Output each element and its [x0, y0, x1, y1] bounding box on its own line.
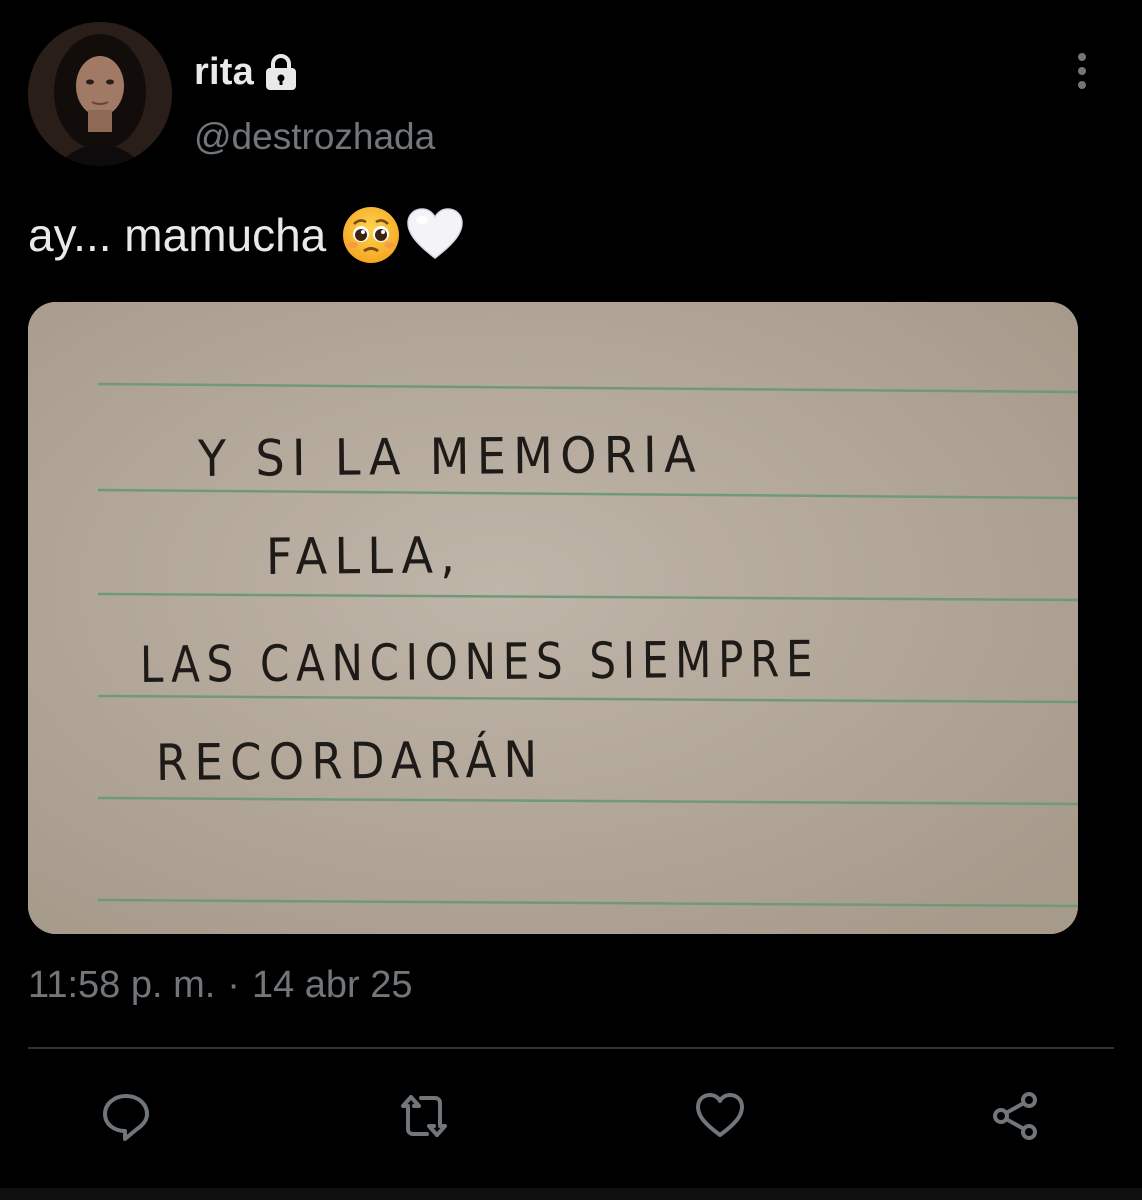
- share-icon: [993, 1092, 1037, 1140]
- tweet-text: ay... mamucha: [28, 209, 327, 261]
- share-button[interactable]: [986, 1086, 1046, 1146]
- more-dot: [1078, 81, 1086, 89]
- like-icon: [696, 1093, 744, 1137]
- author-handle[interactable]: @destrozhada: [194, 116, 435, 158]
- tweet-emojis: [340, 204, 466, 266]
- white-heart-emoji: [407, 208, 464, 259]
- author-name-row: rita: [194, 44, 298, 100]
- timestamp-separator: ·: [227, 964, 240, 1006]
- more-vertical-icon: [1078, 53, 1086, 61]
- author-display-name[interactable]: rita: [194, 51, 254, 94]
- note-line-2: FALLA,: [265, 526, 463, 586]
- tweet-timestamp[interactable]: 11:58 p. m. · 14 abr 25: [28, 964, 413, 1007]
- reply-button[interactable]: [96, 1086, 156, 1146]
- avatar-photo: [28, 22, 172, 166]
- retweet-icon: [401, 1095, 447, 1137]
- ruled-paper: [28, 302, 1078, 934]
- note-line-1: Y SI LA MEMORIA: [197, 425, 704, 488]
- tweet-time: 11:58 p. m.: [28, 964, 216, 1006]
- retweet-button[interactable]: [394, 1086, 454, 1146]
- divider: [28, 1047, 1114, 1049]
- tweet-text-row: ay... mamucha: [28, 204, 466, 266]
- avatar[interactable]: [28, 22, 172, 166]
- reply-icon: [103, 1094, 149, 1141]
- tweet-date: 14 abr 25: [251, 964, 413, 1006]
- more-dot: [1078, 67, 1086, 75]
- tweet-media-image[interactable]: Y SI LA MEMORIA FALLA, LAS CANCIONES SIE…: [28, 302, 1078, 934]
- note-line-4: RECORDARÁN: [155, 730, 545, 792]
- like-button[interactable]: [690, 1086, 750, 1146]
- bottom-edge: [0, 1188, 1142, 1200]
- lock-icon: [265, 54, 296, 90]
- note-line-3: LAS CANCIONES SIEMPRE: [139, 630, 820, 694]
- pleading-face-emoji: [343, 207, 400, 263]
- more-options-button[interactable]: [1060, 46, 1104, 96]
